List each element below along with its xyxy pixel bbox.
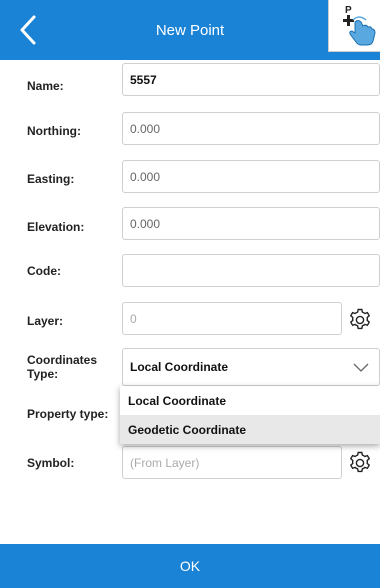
coordinates-type-selected: Local Coordinate [130,360,229,374]
symbol-field[interactable]: (From Layer) [122,446,342,479]
page-title: New Point [155,21,225,39]
easting-label: Easting: [27,172,75,186]
symbol-settings-gear-icon[interactable] [347,450,373,476]
elevation-label: Elevation: [27,220,85,234]
northing-field[interactable]: 0.000 [122,112,380,145]
name-label: Name: [27,79,64,93]
chevron-down-icon [353,363,369,372]
coordinates-type-label: Coordinates Type: [27,353,98,381]
northing-label: Northing: [27,124,81,138]
code-field[interactable] [122,254,380,287]
name-field[interactable]: 5557 [122,63,380,96]
ok-button[interactable]: OK [0,544,380,588]
coordinates-type-select[interactable]: Local Coordinate [122,348,380,386]
symbol-label: Symbol: [27,456,75,470]
property-type-label: Property type: [27,407,109,421]
layer-label: Layer: [27,314,64,328]
add-point-badge-text: P [345,5,352,16]
coordinates-type-dropdown: Local Coordinate Geodetic Coordinate [120,386,380,444]
layer-settings-gear-icon[interactable] [347,307,373,333]
layer-field[interactable]: 0 [122,302,342,335]
dropdown-option-geodetic-coordinate[interactable]: Geodetic Coordinate [120,415,380,444]
dropdown-option-local-coordinate[interactable]: Local Coordinate [120,386,380,415]
app-header: New Point P [0,0,380,60]
code-label: Code: [27,264,61,278]
elevation-field[interactable]: 0.000 [122,207,380,240]
easting-field[interactable]: 0.000 [122,160,380,193]
add-point-button[interactable]: P [328,0,380,52]
add-point-hand-icon: P [343,5,376,46]
